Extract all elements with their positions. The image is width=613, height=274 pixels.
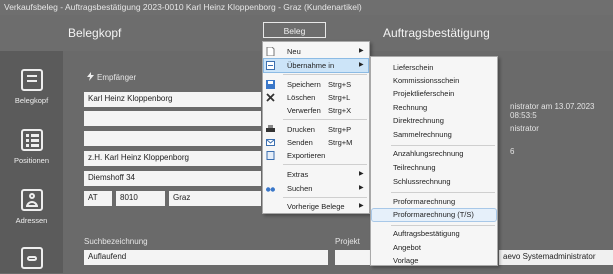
sidebar: Belegkopf Positionen Adressen [0,51,63,273]
created-info-text: nistrator am 13.07.2023 08:53:5 [510,102,595,120]
chevron-right-icon: ▶ [359,48,364,54]
sidebar-item-adressen[interactable]: Adressen [0,189,63,225]
submenu-item-proformarechnung[interactable]: Proformarechnung [372,196,496,208]
menu-item-speichern[interactable]: Speichern Strg+S [264,78,368,91]
submenu-item-schlussrechnung[interactable]: Schlussrechnung [372,176,496,188]
submenu-item-anzahlungsrechnung[interactable]: Anzahlungsrechnung [372,148,496,160]
submenu-item-direktrechnung[interactable]: Direktrechnung [372,115,496,127]
street-field[interactable]: Diemshoff 34 [84,171,261,186]
sidebar-item-label: Belegkopf [14,96,49,105]
sidebar-item-positionen[interactable]: Positionen [0,129,63,165]
empfaenger-label: Empfänger [97,73,137,82]
submenu-separator [391,192,495,193]
menu-item-uebernahme[interactable]: Übernahme in ▶ [263,58,369,73]
submenu-item-projektlieferschein[interactable]: Projektlieferschein [372,88,496,100]
submenu-item-vorlage[interactable]: Vorlage [372,255,496,267]
modified-info-text: nistrator [510,124,539,133]
submenu-item-rechnung[interactable]: Rechnung [372,102,496,114]
projekt-label: Projekt [335,237,360,246]
zip-field[interactable]: 8010 [116,191,165,206]
chevron-right-icon: ▶ [359,185,364,191]
menu-separator [283,119,367,120]
menu-separator [283,197,367,198]
submenu-item-teilrechnung[interactable]: Teilrechnung [372,162,496,174]
projekt-field[interactable] [335,250,370,265]
beleg-menu-button[interactable]: Beleg [263,22,326,38]
export-icon [266,151,275,160]
menu-item-drucken[interactable]: Drucken Strg+P [264,123,368,136]
menu-item-neu[interactable]: Neu ▶ [264,45,368,58]
header-title-right: Auftragsbestätigung [383,26,490,40]
chevron-right-icon: ▶ [359,171,364,177]
list-icon [20,129,43,151]
submenu-item-proformarechnung-ts[interactable]: Proformarechnung (T/S) [371,208,497,222]
submenu-separator [391,225,495,226]
binoculars-icon [266,184,275,193]
submenu-item-lieferschein[interactable]: Lieferschein [372,62,496,74]
menu-item-loeschen[interactable]: Löschen Strg+L [264,91,368,104]
city-field[interactable]: Graz [169,191,261,206]
menu-item-verwerfen[interactable]: Verwerfen Strg+X [264,104,368,117]
menu-item-senden[interactable]: Senden Strg+M [264,136,368,149]
address-line3-field[interactable] [84,131,261,146]
printer-icon [266,125,275,134]
document-icon [20,69,43,91]
sidebar-item-label: Positionen [13,156,50,165]
title-bar: Verkaufsbeleg - Auftragsbestätigung 2023… [0,0,613,15]
submenu-separator [391,145,495,146]
handshake-icon [20,247,43,269]
menu-separator [283,164,367,165]
user-field[interactable]: aevo Systemadministrator [499,250,613,265]
mail-icon [266,138,275,147]
menu-item-suchen[interactable]: Suchen ▶ [264,182,368,195]
sidebar-item-belegkopf[interactable]: Belegkopf [0,69,63,105]
person-icon [20,189,43,211]
transfer-icon [266,61,275,70]
info-text-3: 6 [510,147,515,156]
window-title: Verkaufsbeleg - Auftragsbestätigung 2023… [4,2,362,12]
chevron-right-icon: ▶ [359,203,364,209]
header-title-left: Belegkopf [68,26,122,40]
name-field[interactable]: Karl Heinz Kloppenborg [84,92,261,107]
country-field[interactable]: AT [84,191,112,206]
menu-item-extras[interactable]: Extras ▶ [264,168,368,181]
suchbezeichnung-label: Suchbezeichnung [84,237,148,246]
menu-item-vorherige-belege[interactable]: Vorherige Belege ▶ [264,200,368,213]
submenu-item-sammelrechnung[interactable]: Sammelrechnung [372,129,496,141]
beleg-dropdown-menu: Neu ▶ Übernahme in ▶ Speichern Strg+S Lö… [262,41,370,214]
suchbezeichnung-field[interactable]: Auflaufend [84,250,328,265]
menu-item-exportieren[interactable]: Exportieren [264,149,368,162]
new-file-icon [266,46,275,57]
address-line2-field[interactable] [84,111,261,126]
chevron-right-icon: ▶ [359,62,364,68]
sidebar-item-label: Adressen [15,216,48,225]
menu-separator [283,74,367,75]
submenu-item-auftragsbestaetigung[interactable]: Auftragsbestätigung [372,228,496,240]
uebernahme-submenu: Lieferschein Kommissionsschein Projektli… [370,56,498,266]
save-icon [266,80,275,89]
attention-field[interactable]: z.H. Karl Heinz Kloppenborg [84,151,261,166]
submenu-item-angebot[interactable]: Angebot [372,242,496,254]
delete-icon [266,93,275,102]
submenu-item-kommissionsschein[interactable]: Kommissionsschein [372,75,496,87]
lightning-icon [86,72,95,81]
sidebar-item-4[interactable] [0,247,63,274]
